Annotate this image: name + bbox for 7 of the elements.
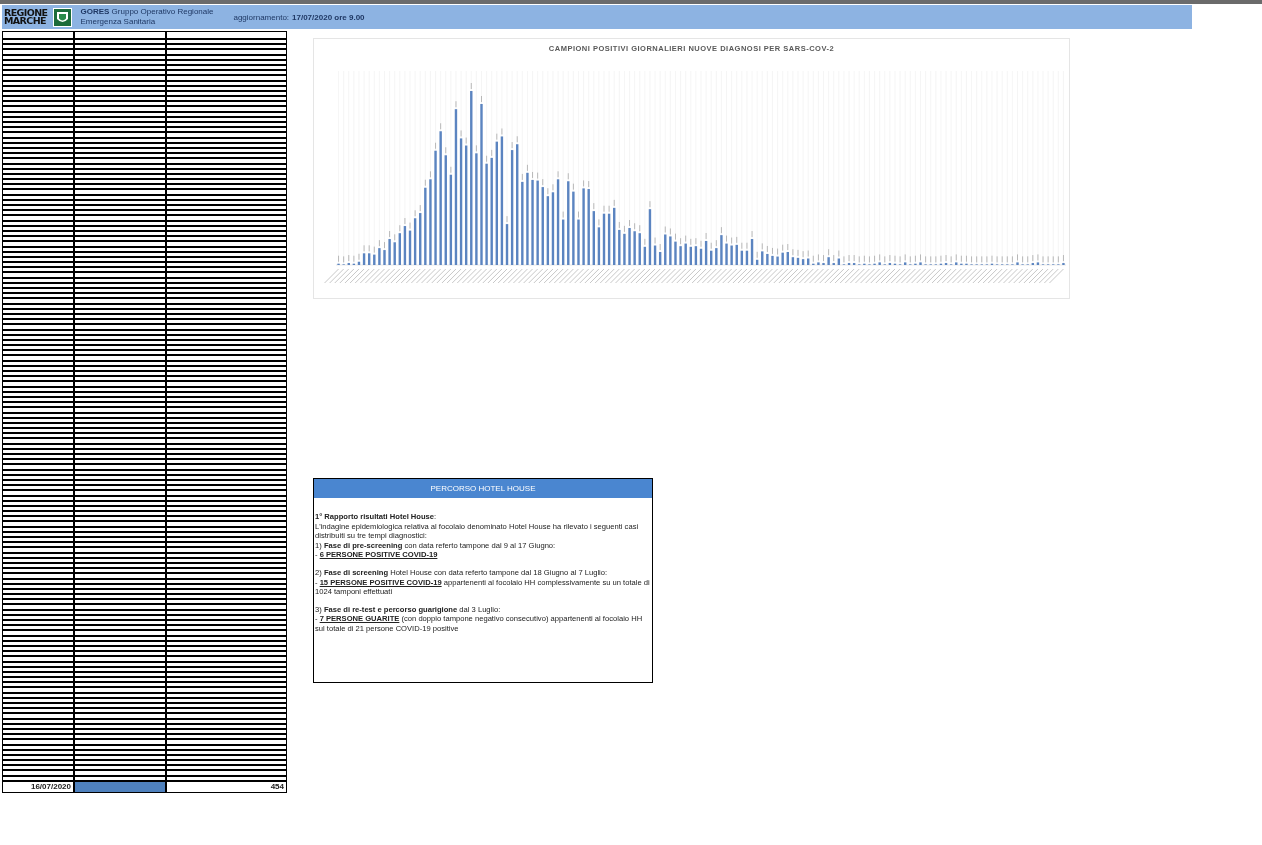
update-label: aggiornamento: — [233, 12, 290, 22]
panel-title: PERCORSO HOTEL HOUSE — [314, 479, 652, 498]
shield-emblem-icon — [53, 7, 73, 27]
org-description: Emergenza Sanitaria — [80, 17, 157, 27]
update-date: 17/07/2020 ore 9.00 — [292, 12, 365, 22]
org-name: GORES Gruppo Operativo Regionale — [80, 7, 214, 17]
logo: REGIONE MARCHE — [4, 8, 48, 26]
